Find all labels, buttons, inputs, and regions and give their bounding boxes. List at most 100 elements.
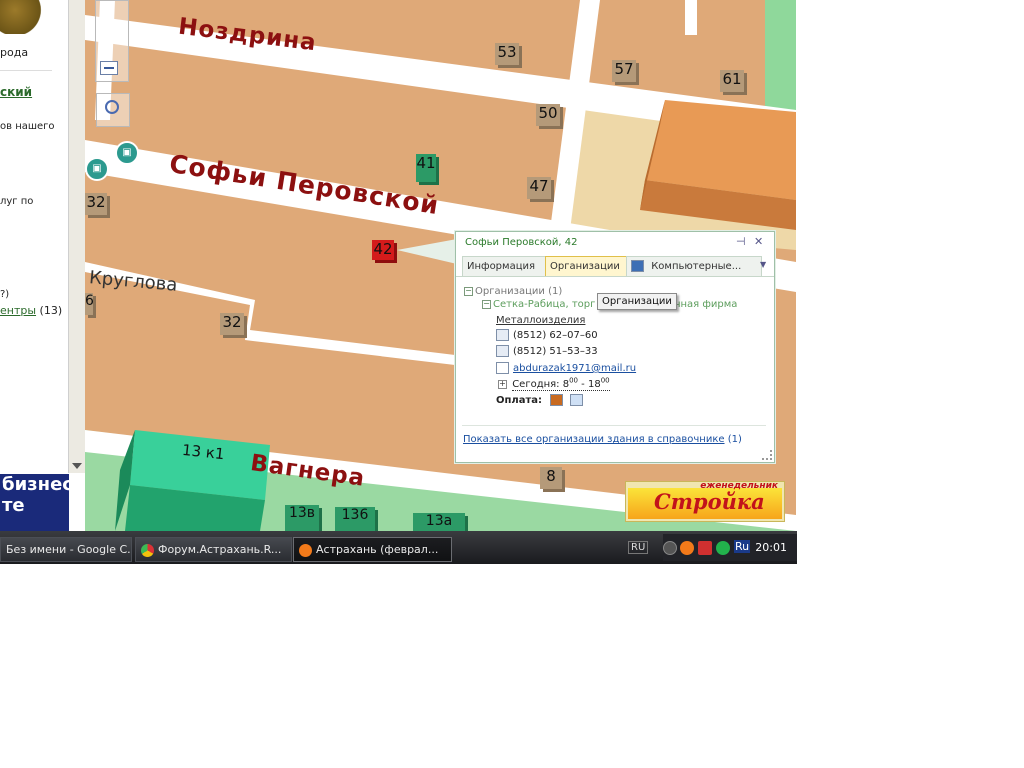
building-41[interactable]: 41	[416, 154, 436, 182]
footer-row: Показать все организации здания в справо…	[463, 434, 742, 445]
stroika-brand: Стройка	[654, 489, 765, 514]
phone-book-icon-2	[496, 345, 509, 357]
stroika-ad-banner[interactable]: Стройка еженедельник	[625, 481, 785, 522]
tabs-more-icon[interactable]: ▼	[760, 260, 766, 269]
hours-prefix: Сегодня: 8	[512, 379, 570, 391]
bus-stop-icon-2[interactable]: ▣	[85, 157, 109, 181]
tab-underline	[456, 276, 774, 277]
sidebar-text-4: ?)	[0, 289, 10, 300]
building-50[interactable]: 50	[536, 104, 560, 126]
taskbar-btn-forum[interactable]: Форум.Астрахань.R...	[135, 537, 292, 562]
business-ad-banner[interactable]: бизнес те	[0, 474, 73, 532]
system-tray: Ru 20:01	[663, 534, 797, 561]
building-13a[interactable]: 13а	[413, 513, 465, 531]
phone-2-row: (8512) 51–53–33	[496, 345, 598, 357]
building-53[interactable]: 53	[495, 43, 519, 65]
email-link[interactable]: abdurazak1971@mail.ru	[513, 363, 636, 374]
resize-grip-icon[interactable]	[762, 450, 772, 460]
computer-icon	[631, 260, 644, 272]
address-popup: Софьи Перовской, 42 ⊣ ✕ Информация Орган…	[455, 231, 775, 463]
sidebar-text-2: ов нашего	[0, 121, 55, 132]
building-32-left[interactable]: 32	[85, 193, 107, 215]
taskbar-btn-2gis[interactable]: Астрахань (феврал...	[293, 537, 452, 562]
building-6[interactable]: 6	[85, 293, 94, 315]
popup-title: Софьи Перовской, 42	[465, 237, 578, 248]
tray-lang[interactable]: Ru	[734, 540, 751, 553]
magnifier-icon	[105, 100, 119, 114]
phone-book-icon	[496, 329, 509, 341]
popup-pointer	[397, 239, 457, 264]
wallet-icon	[549, 394, 563, 406]
plant-image	[0, 0, 50, 34]
taskbar-btn-google-label: Без имени - Google C...	[6, 543, 132, 556]
tray-network-icon[interactable]	[698, 541, 712, 555]
taskbar-btn-2gis-label: Астрахань (феврал...	[316, 543, 439, 556]
email-row: abdurazak1971@mail.ru	[496, 362, 636, 374]
close-icon[interactable]: ✕	[754, 235, 763, 248]
sidebar-divider	[0, 70, 52, 71]
building-8[interactable]: 8	[540, 467, 562, 489]
hours-sup-2: 00	[600, 377, 610, 385]
bus-stop-icon[interactable]: ▣	[115, 141, 139, 165]
phone-1: (8512) 62–07–60	[513, 330, 598, 341]
clock[interactable]: 20:01	[755, 541, 787, 554]
hours-mid: - 18	[578, 379, 601, 391]
2gis-icon	[299, 543, 312, 557]
zoom-slider[interactable]	[95, 0, 129, 82]
collapse-icon[interactable]: −	[464, 286, 473, 296]
collapse-org-icon[interactable]: −	[482, 299, 491, 309]
language-indicator[interactable]: RU	[628, 541, 649, 554]
chrome-icon	[141, 543, 154, 557]
sidebar-count-2: (13)	[39, 304, 63, 317]
org-category[interactable]: Металлоизделия	[496, 315, 585, 326]
ad-line-2: те	[2, 495, 25, 516]
tab-info[interactable]: Информация	[462, 256, 548, 276]
footer-count: (1)	[727, 434, 742, 445]
cashless-icon	[570, 394, 583, 406]
building-13v[interactable]: 13в	[285, 505, 319, 531]
taskbar-btn-google[interactable]: Без имени - Google C...	[0, 537, 132, 562]
building-47[interactable]: 47	[527, 177, 551, 199]
scroll-down-icon[interactable]	[72, 463, 82, 469]
phone-1-row: (8512) 62–07–60	[496, 329, 598, 341]
tab-computers[interactable]: Компьютерные...	[626, 256, 762, 276]
payment-row: Оплата:	[496, 394, 587, 406]
tray-2gis-icon[interactable]	[680, 541, 694, 555]
tab-computers-label: Компьютерные...	[651, 261, 742, 272]
hours-text: Сегодня: 800 - 1800	[512, 377, 610, 392]
hours-sup-1: 00	[569, 377, 578, 385]
building-32[interactable]: 32	[220, 313, 244, 335]
stroika-ad-background: Стройка	[628, 488, 782, 519]
payment-label: Оплата:	[496, 395, 543, 406]
tree-root[interactable]: − Организации (1)	[464, 286, 562, 297]
building-42-selected[interactable]: 42	[372, 240, 394, 260]
hours-row[interactable]: + Сегодня: 800 - 1800	[498, 377, 610, 392]
pin-icon[interactable]: ⊣	[736, 235, 746, 248]
stroika-weekly: еженедельник	[700, 481, 778, 491]
expand-hours-icon[interactable]: +	[498, 379, 507, 389]
left-sidebar: рода ский ов нашего луг по ?) ентры (13)	[0, 0, 68, 473]
tray-icq-icon[interactable]	[716, 541, 730, 555]
sidebar-text-1: рода	[0, 46, 29, 59]
building-57[interactable]: 57	[612, 60, 636, 82]
building-61[interactable]: 61	[720, 70, 744, 92]
magnifier-button[interactable]	[96, 93, 130, 127]
taskbar-btn-forum-label: Форум.Астрахань.R...	[158, 543, 282, 556]
sidebar-link-2[interactable]: ентры	[0, 304, 36, 317]
tree-root-label: Организации (1)	[475, 286, 563, 297]
tray-expand-icon[interactable]	[663, 541, 677, 555]
zoom-out-icon[interactable]	[100, 61, 118, 75]
tab-tooltip: Организации	[597, 293, 677, 310]
sidebar-scrollbar[interactable]	[68, 0, 86, 473]
org-name: Сетка-Рабица, торг	[493, 299, 596, 310]
tab-organizations[interactable]: Организации	[545, 256, 629, 276]
ad-line-1: бизнес	[2, 474, 73, 495]
sidebar-line-5: ентры (13)	[0, 304, 62, 317]
sidebar-text-3: луг по	[0, 196, 34, 207]
sidebar-link-1[interactable]: ский	[0, 85, 32, 99]
show-all-orgs-link[interactable]: Показать все организации здания в справо…	[463, 434, 725, 445]
phone-2: (8512) 51–53–33	[513, 346, 598, 357]
envelope-icon	[496, 362, 509, 374]
popup-divider	[462, 425, 766, 426]
building-136[interactable]: 136	[335, 507, 375, 531]
